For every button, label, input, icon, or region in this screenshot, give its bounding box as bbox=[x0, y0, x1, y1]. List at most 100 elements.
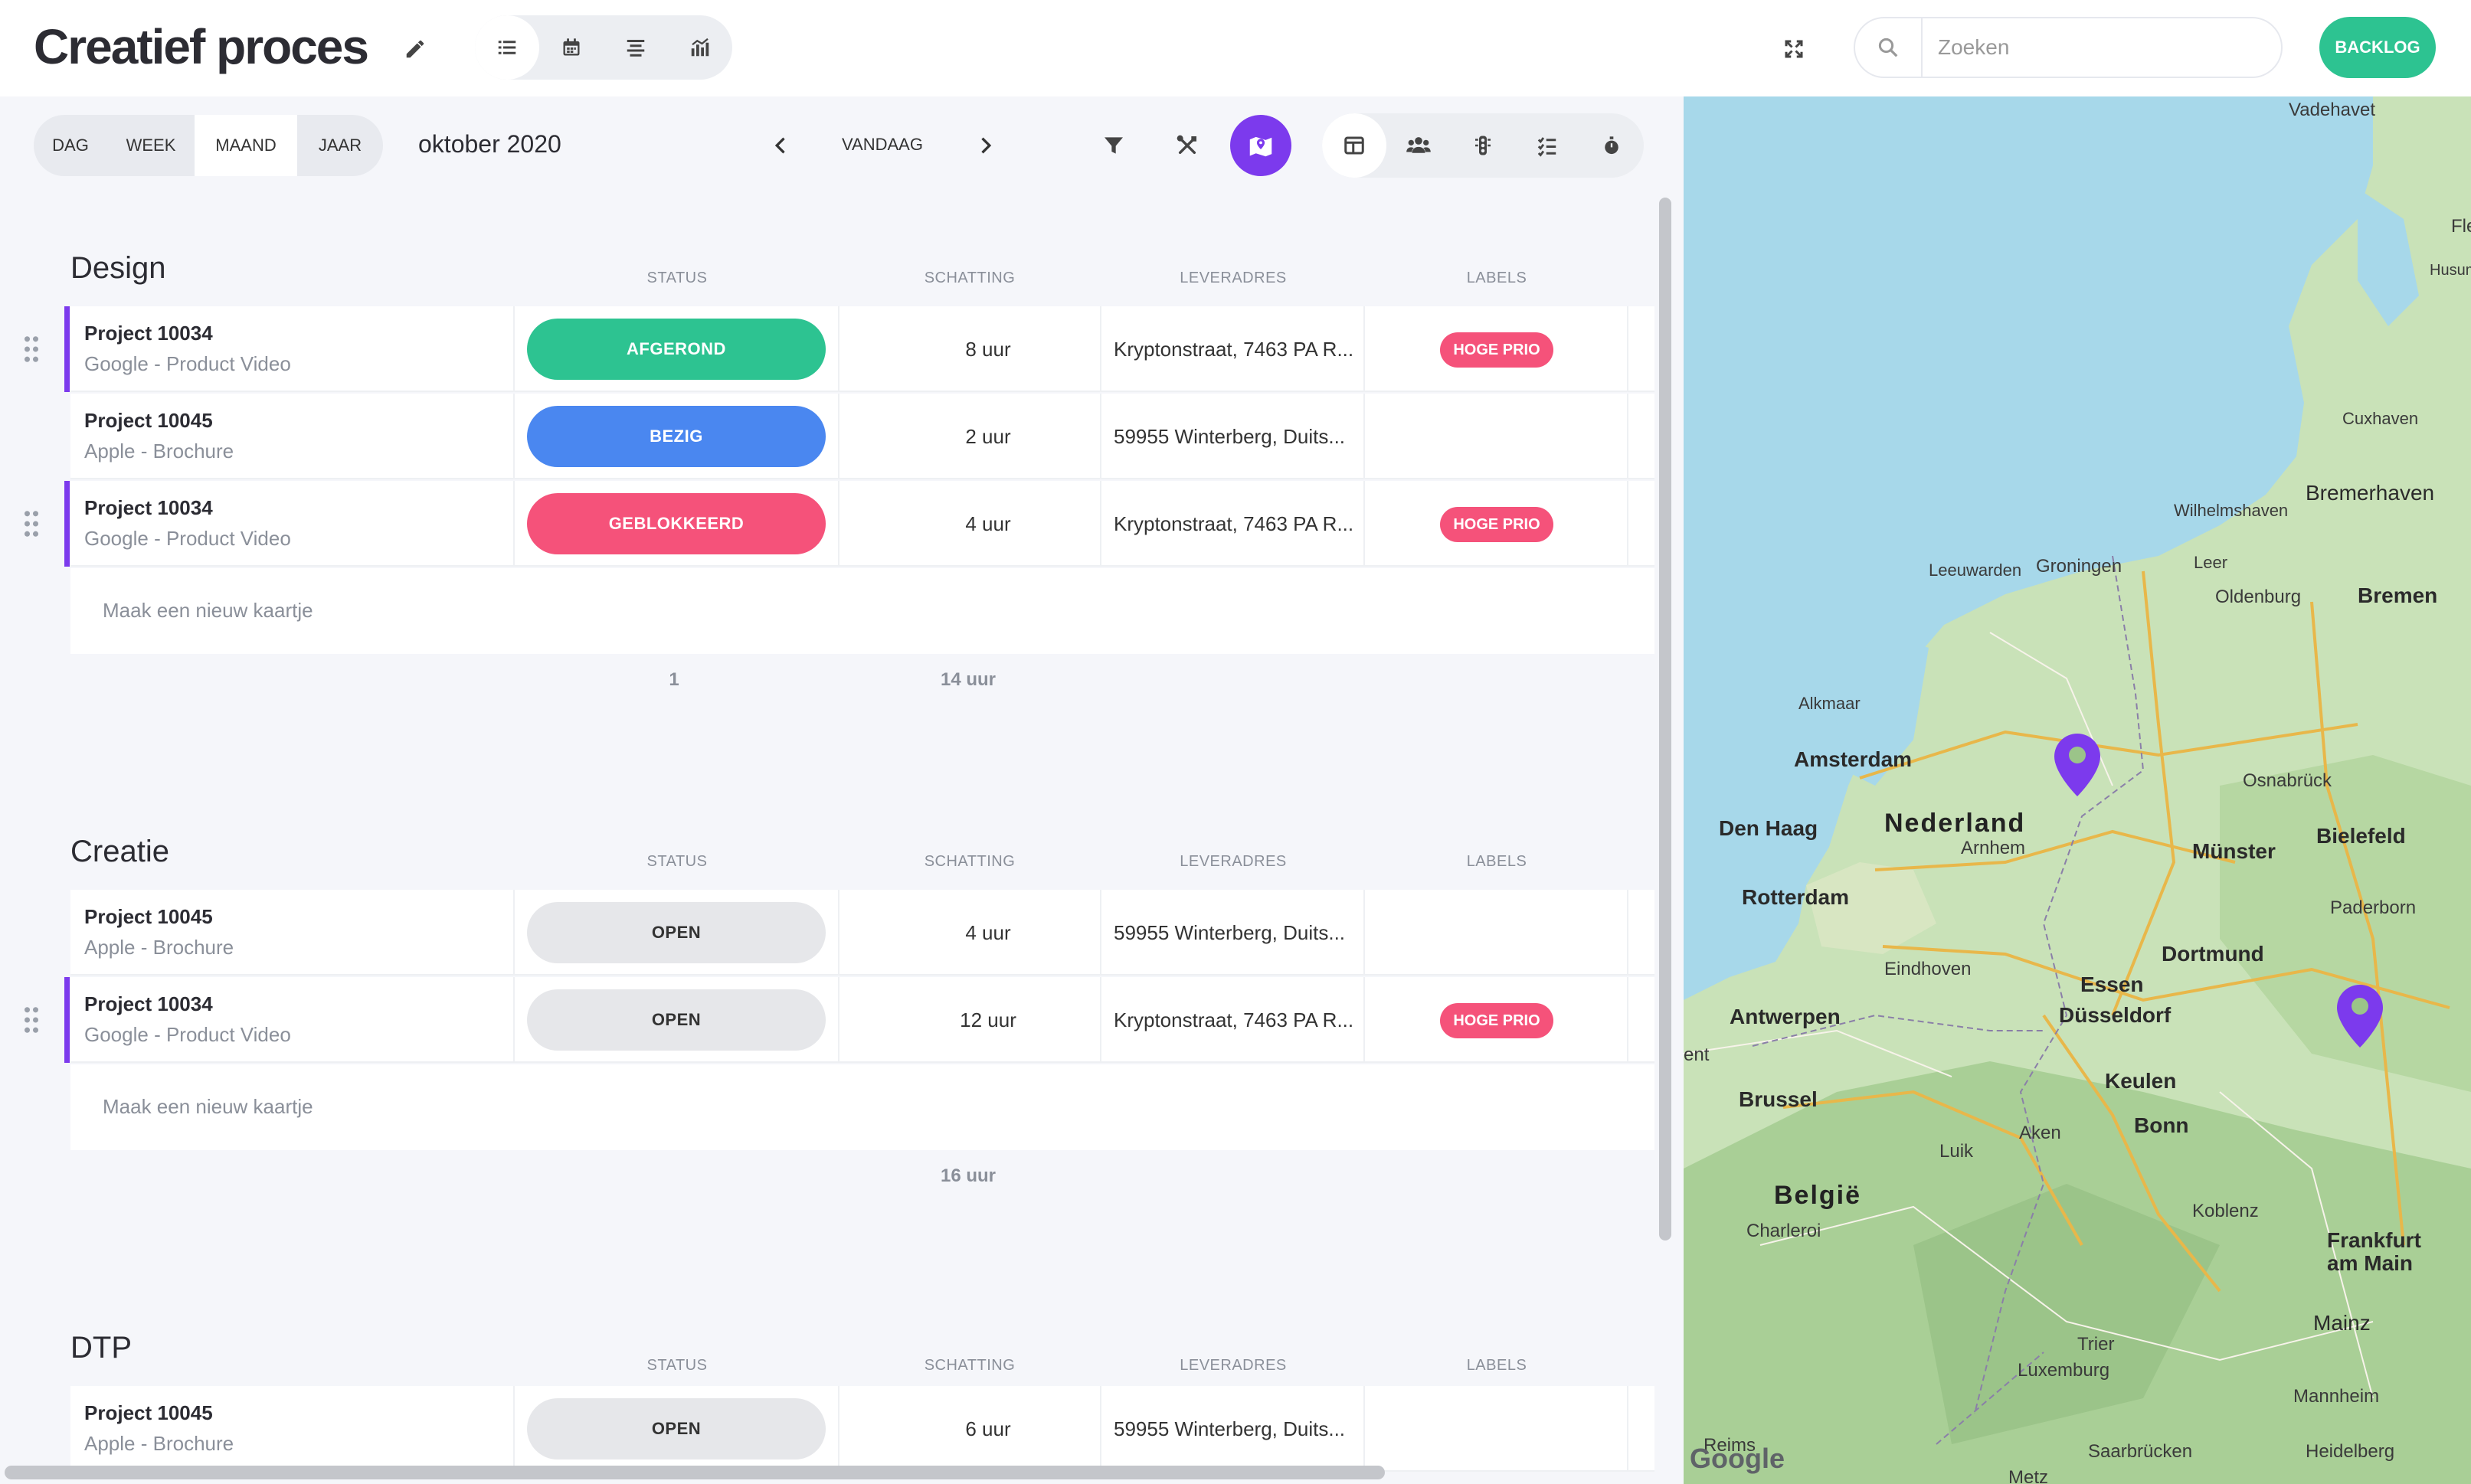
status-badge[interactable]: BEZIG bbox=[527, 406, 826, 467]
map-label: Keulen bbox=[2105, 1069, 2177, 1093]
align-icon bbox=[627, 40, 645, 57]
estimate-value: 4 uur bbox=[965, 512, 1011, 535]
status-badge[interactable]: OPEN bbox=[527, 1398, 826, 1459]
columns-icon bbox=[1344, 136, 1364, 155]
column-header-address: LEVERADRES bbox=[1180, 853, 1287, 870]
vertical-scrollbar[interactable] bbox=[1659, 198, 1671, 1240]
map-label: Düsseldorf bbox=[2059, 1003, 2172, 1027]
page-title: Creatief proces bbox=[34, 19, 369, 74]
checklist-button[interactable] bbox=[1515, 113, 1579, 178]
chart-view-button[interactable] bbox=[668, 15, 732, 80]
labels-cell bbox=[1365, 394, 1628, 479]
label-badge[interactable]: HOGE PRIO bbox=[1440, 332, 1553, 368]
traffic-light-icon bbox=[1475, 136, 1491, 155]
expand-icon bbox=[1785, 40, 1803, 58]
project-cell: Project 10045 Apple - Brochure bbox=[70, 890, 515, 976]
table-row[interactable]: Project 10045 Apple - Brochure OPEN 6 uu… bbox=[70, 1386, 1654, 1472]
time-tracking-button[interactable] bbox=[1579, 113, 1644, 178]
column-header-address: LEVERADRES bbox=[1180, 270, 1287, 286]
map-label: Paderborn bbox=[2330, 897, 2417, 918]
map-marker-icon bbox=[1249, 136, 1272, 157]
period-year-button[interactable]: JAAR bbox=[297, 115, 383, 176]
column-header-labels: LABELS bbox=[1466, 853, 1527, 870]
status-badge[interactable]: OPEN bbox=[527, 902, 826, 963]
map-label: Wilhelmshaven bbox=[2174, 501, 2289, 520]
drag-handle-icon[interactable] bbox=[23, 510, 40, 538]
map-label: Oldenburg bbox=[2215, 587, 2302, 607]
estimate-value: 4 uur bbox=[965, 920, 1011, 944]
project-client: Google - Product Video bbox=[84, 1023, 291, 1046]
column-header-labels: LABELS bbox=[1466, 270, 1527, 286]
map-label: Bielefeld bbox=[2316, 824, 2406, 848]
column-header-labels: LABELS bbox=[1466, 1357, 1527, 1374]
project-cell: Project 10034 Google - Product Video bbox=[70, 977, 515, 1063]
calendar-view-button[interactable] bbox=[539, 15, 604, 80]
tools-icon bbox=[1177, 135, 1196, 155]
horizontal-scrollbar[interactable] bbox=[5, 1466, 1385, 1479]
status-badge[interactable]: GEBLOKKEERD bbox=[527, 493, 826, 554]
new-card-button[interactable]: Maak een nieuw kaartje bbox=[70, 1064, 1654, 1150]
timeline-view-button[interactable] bbox=[604, 15, 668, 80]
filter-button[interactable] bbox=[1083, 115, 1144, 176]
label-badge[interactable]: HOGE PRIO bbox=[1440, 507, 1553, 542]
period-week-button[interactable]: WEEK bbox=[107, 115, 195, 176]
status-badge[interactable]: AFGEROND bbox=[527, 319, 826, 380]
project-cell: Project 10045 Apple - Brochure bbox=[70, 394, 515, 479]
table-row[interactable]: Project 10045 Apple - Brochure BEZIG 2 u… bbox=[70, 394, 1654, 479]
summary-count: 1 bbox=[669, 669, 679, 690]
search-input[interactable] bbox=[1923, 35, 2275, 60]
tools-button[interactable] bbox=[1157, 115, 1218, 176]
table-row[interactable]: Project 10045 Apple - Brochure OPEN 4 uu… bbox=[70, 890, 1654, 976]
current-period-label: oktober 2020 bbox=[418, 130, 561, 158]
summary-estimate: 16 uur bbox=[940, 1165, 997, 1186]
map-label: Bremerhaven bbox=[2306, 481, 2435, 505]
users-icon bbox=[1406, 137, 1431, 153]
map-panel[interactable]: Vadehavet Fle Husum Cuxhaven Bremerhaven… bbox=[1684, 96, 2471, 1484]
map-label: Trier bbox=[2077, 1334, 2115, 1355]
list-view-button[interactable] bbox=[475, 15, 539, 80]
new-card-button[interactable]: Maak een nieuw kaartje bbox=[70, 568, 1654, 654]
fullscreen-button[interactable] bbox=[1774, 29, 1814, 69]
backlog-button[interactable]: BACKLOG bbox=[2319, 17, 2436, 78]
column-header-estimate: SCHATTING bbox=[924, 1357, 1016, 1374]
drag-handle-icon[interactable] bbox=[23, 335, 40, 363]
table-row[interactable]: Project 10034 Google - Product Video GEB… bbox=[24, 481, 1654, 567]
project-cell: Project 10034 Google - Product Video bbox=[70, 481, 515, 567]
label-badge[interactable]: HOGE PRIO bbox=[1440, 1003, 1553, 1038]
address-value: 59955 Winterberg, Duits... bbox=[1114, 920, 1346, 944]
map-label: Bremen bbox=[2358, 583, 2438, 607]
map-label: Bonn bbox=[2134, 1113, 2189, 1137]
table-columns-button[interactable] bbox=[1322, 113, 1386, 178]
table-row[interactable]: Project 10034 Google - Product Video AFG… bbox=[24, 306, 1654, 392]
column-header-estimate: SCHATTING bbox=[924, 853, 1016, 870]
period-month-button[interactable]: MAAND bbox=[195, 115, 297, 176]
map-pin-icon[interactable] bbox=[2337, 985, 2383, 1048]
filter-icon bbox=[1105, 137, 1123, 154]
period-day-button[interactable]: DAG bbox=[34, 115, 107, 176]
map-label: Amsterdam bbox=[1794, 747, 1913, 771]
project-name: Project 10045 bbox=[84, 1401, 213, 1424]
status-badge[interactable]: OPEN bbox=[527, 989, 826, 1051]
column-header-estimate: SCHATTING bbox=[924, 270, 1016, 286]
team-button[interactable] bbox=[1386, 113, 1451, 178]
map-label: Luik bbox=[1939, 1141, 1974, 1162]
project-name: Project 10045 bbox=[84, 409, 213, 432]
search-icon[interactable] bbox=[1855, 18, 1923, 77]
map-pin-icon[interactable] bbox=[2054, 734, 2100, 796]
map-label: Frankfurt bbox=[2327, 1228, 2421, 1252]
project-cell: Project 10034 Google - Product Video bbox=[70, 306, 515, 392]
priority-button[interactable] bbox=[1451, 113, 1515, 178]
address-value: 59955 Winterberg, Duits... bbox=[1114, 1417, 1346, 1440]
column-header-status: STATUS bbox=[646, 853, 708, 870]
table-row[interactable]: Project 10034 Google - Product Video OPE… bbox=[24, 977, 1654, 1063]
project-client: Google - Product Video bbox=[84, 527, 291, 550]
drag-handle-icon[interactable] bbox=[23, 1006, 40, 1034]
top-bar: Creatief proces BACKLOG bbox=[0, 0, 2471, 96]
previous-period-button[interactable] bbox=[761, 126, 801, 165]
next-period-button[interactable] bbox=[965, 126, 1005, 165]
today-button[interactable]: VANDAAG bbox=[826, 135, 939, 155]
edit-title-button[interactable] bbox=[395, 29, 435, 69]
search-bar bbox=[1854, 17, 2283, 78]
map-label: Cuxhaven bbox=[2342, 409, 2419, 428]
map-view-button[interactable] bbox=[1230, 115, 1291, 176]
